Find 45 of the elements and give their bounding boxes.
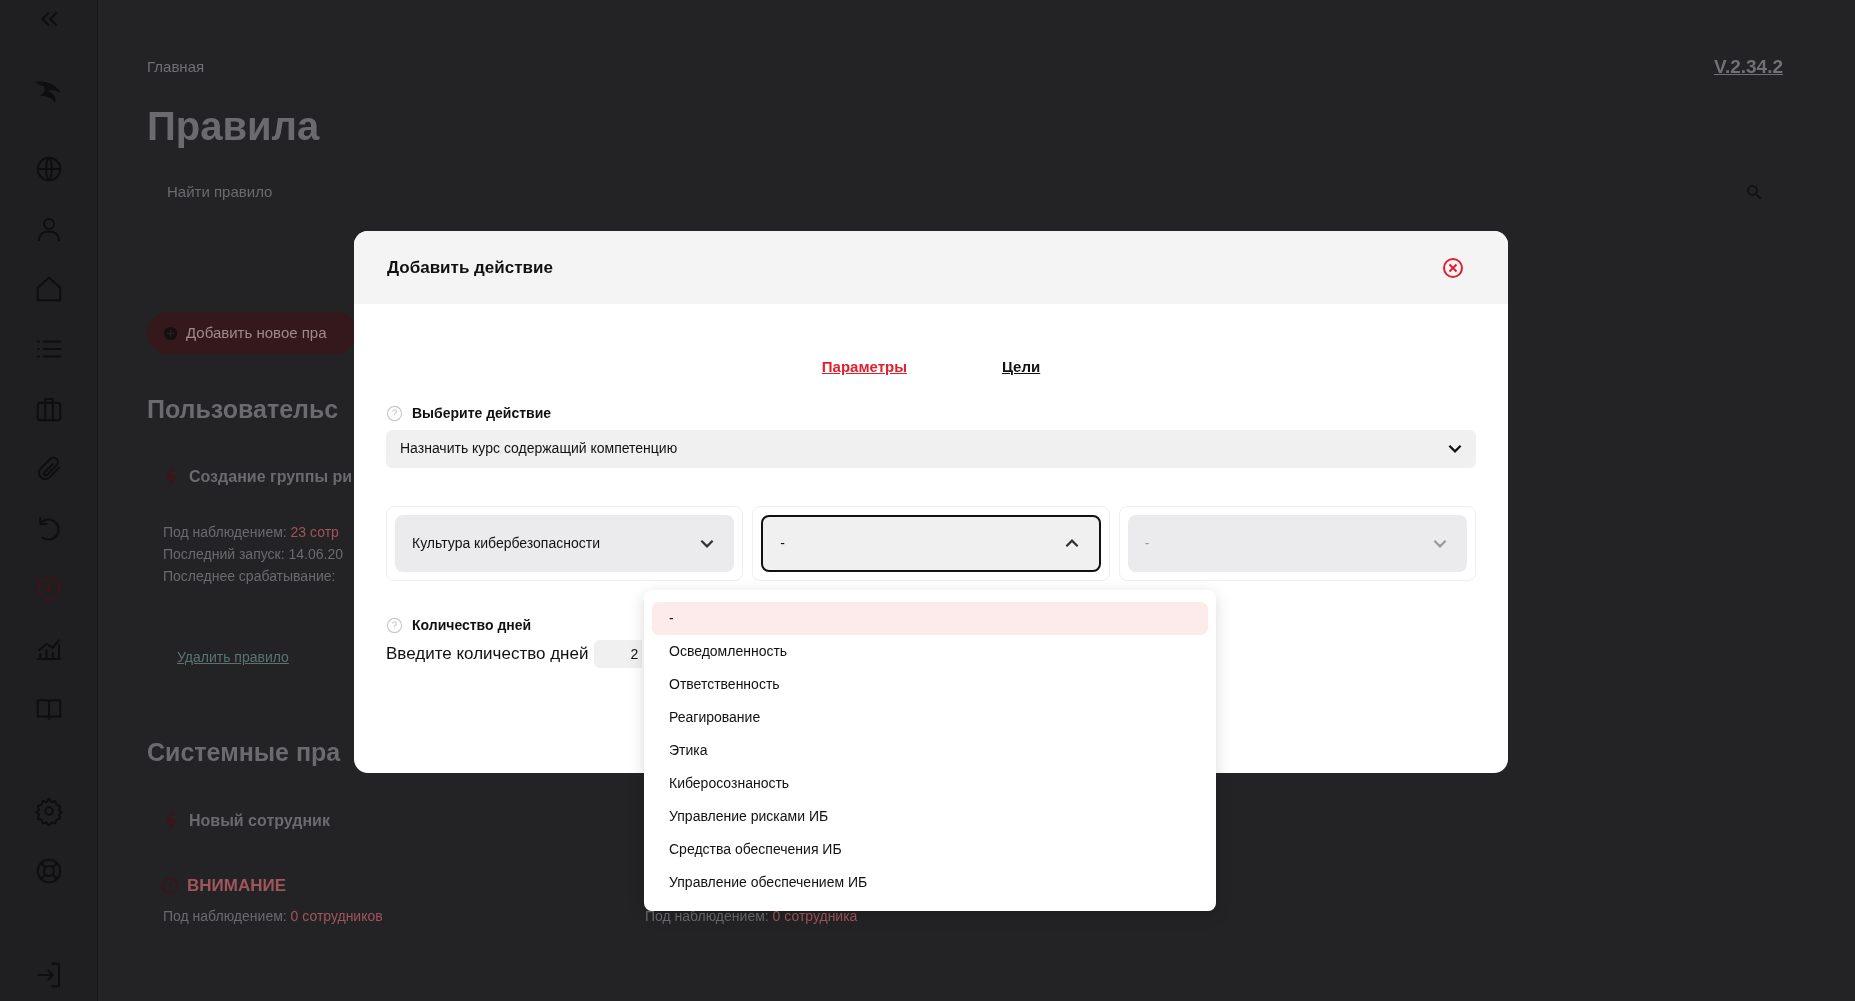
page-title: Правила <box>147 103 321 150</box>
help-icon <box>386 404 403 422</box>
days-input[interactable]: 2 <box>594 639 643 668</box>
search-field[interactable]: Найти правило <box>167 180 567 204</box>
rule-title: Новый сотрудник <box>189 811 330 831</box>
close-icon[interactable] <box>1442 256 1464 279</box>
help-icon <box>386 616 403 634</box>
select-field[interactable]: - <box>761 514 1101 572</box>
lightning-icon <box>163 809 179 833</box>
dropdown-option[interactable]: Реагирование <box>652 701 1208 734</box>
lightning-icon <box>163 464 179 489</box>
days-prompt: Введите количество дней <box>386 642 589 665</box>
section-title: Системные пра <box>147 736 341 768</box>
dropdown-option[interactable]: Управление обеспечением ИБ <box>652 866 1208 899</box>
field-label: Выберите действие <box>412 403 552 423</box>
tab[interactable]: Цели <box>1002 356 1041 379</box>
rule-detail: Под наблюдением: 23 сотр <box>163 522 339 542</box>
dropdown-option[interactable]: Осведомленность <box>652 635 1208 668</box>
rule-title: Создание группы ри <box>189 466 353 487</box>
rule-detail: Под наблюдением: 0 сотрудника <box>645 906 858 926</box>
select-field[interactable]: Культура кибербезопасности <box>395 514 735 572</box>
select-field: - <box>1127 514 1467 572</box>
dropdown-option[interactable]: Средства обеспечения ИБ <box>652 833 1208 866</box>
rule-detail: Под наблюдением: 0 сотрудников <box>163 906 383 926</box>
dropdown-option[interactable]: Этика <box>652 734 1208 767</box>
rule-detail: Последнее срабатывание: <box>163 566 336 586</box>
dropdown-option[interactable]: Управление рисками ИБ <box>652 800 1208 833</box>
field-label: Количество дней <box>412 615 532 635</box>
dropdown-option[interactable]: Киберосознаность <box>652 767 1208 800</box>
version-label: V.2.34.2 <box>1713 54 1783 79</box>
rule-detail: Последний запуск: 14.06.20 <box>163 544 343 564</box>
chevron-down-icon <box>1448 444 1462 453</box>
chevron-down-icon <box>700 538 715 548</box>
tab[interactable]: Параметры <box>821 356 907 379</box>
chevron-up-icon <box>1064 538 1079 548</box>
dropdown-option[interactable]: - <box>652 602 1208 635</box>
info-icon <box>161 876 179 895</box>
action-select[interactable]: Назначить курс содержащий компетенцию <box>386 429 1476 468</box>
plus-icon <box>163 325 178 341</box>
section-title: Пользовательс <box>147 394 339 425</box>
add-rule-button[interactable]: Добавить новое пра <box>147 312 357 354</box>
dropdown-option[interactable]: Ответственность <box>652 668 1208 701</box>
warning-label: ВНИМАНИЕ <box>187 875 287 897</box>
chevron-down-icon <box>1433 538 1447 548</box>
dialog-title: Добавить действие <box>387 256 553 279</box>
